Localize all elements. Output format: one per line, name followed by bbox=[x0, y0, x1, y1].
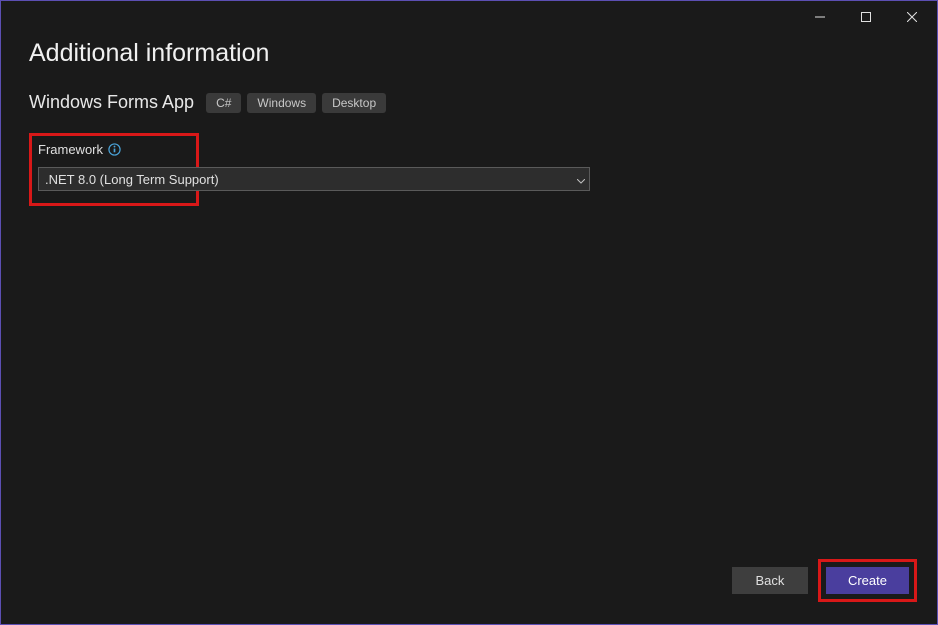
bottom-bar: Back Create bbox=[732, 559, 917, 602]
tag-csharp: C# bbox=[206, 93, 241, 113]
close-button[interactable] bbox=[889, 2, 935, 32]
maximize-button[interactable] bbox=[843, 2, 889, 32]
framework-section-highlight: Framework .NET 8.0 (Long Term Support) bbox=[29, 133, 199, 206]
maximize-icon bbox=[861, 12, 871, 22]
subtitle-row: Windows Forms App C# Windows Desktop bbox=[29, 92, 909, 113]
content-area: Additional information Windows Forms App… bbox=[1, 33, 937, 206]
close-icon bbox=[907, 12, 917, 22]
framework-label: Framework bbox=[38, 142, 103, 157]
chevron-down-icon bbox=[577, 172, 585, 187]
titlebar bbox=[1, 1, 937, 33]
create-button[interactable]: Create bbox=[826, 567, 909, 594]
minimize-icon bbox=[815, 12, 825, 22]
tag-desktop: Desktop bbox=[322, 93, 386, 113]
framework-selected-value: .NET 8.0 (Long Term Support) bbox=[45, 172, 219, 187]
framework-dropdown[interactable]: .NET 8.0 (Long Term Support) bbox=[38, 167, 590, 191]
project-template-name: Windows Forms App bbox=[29, 92, 194, 113]
framework-label-row: Framework bbox=[38, 142, 190, 157]
minimize-button[interactable] bbox=[797, 2, 843, 32]
page-title: Additional information bbox=[29, 39, 909, 68]
info-icon[interactable] bbox=[108, 143, 121, 156]
template-tags: C# Windows Desktop bbox=[206, 93, 386, 113]
tag-windows: Windows bbox=[247, 93, 316, 113]
create-button-highlight: Create bbox=[818, 559, 917, 602]
back-button[interactable]: Back bbox=[732, 567, 808, 594]
